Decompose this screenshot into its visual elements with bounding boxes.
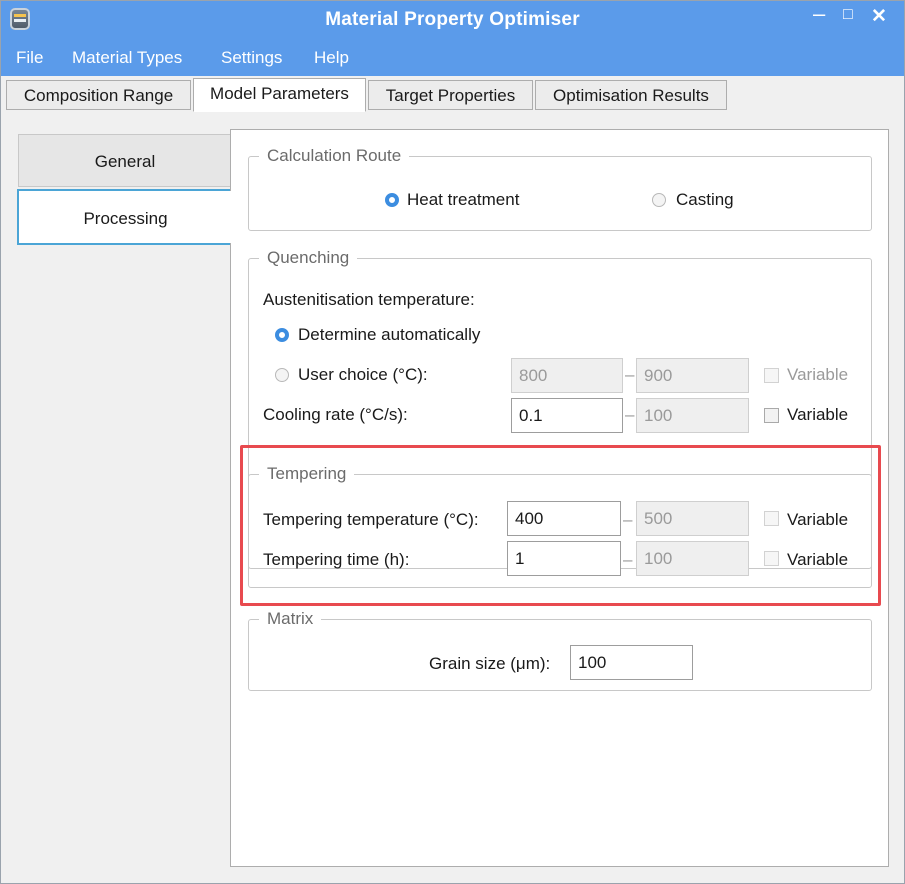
tempering-time-variable-checkbox[interactable] — [764, 551, 779, 566]
tempering-title: Tempering — [259, 464, 355, 484]
cooling-rate-label: Cooling rate (°C/s): — [263, 405, 408, 424]
tempering-group: Tempering Tempering temperature (°C): – … — [248, 464, 872, 588]
tab-composition-range[interactable]: Composition Range — [6, 80, 191, 110]
matrix-title: Matrix — [259, 609, 322, 629]
tab-target-properties[interactable]: Target Properties — [368, 80, 533, 110]
heat-treatment-radio[interactable] — [385, 193, 399, 207]
processing-panel: Calculation Route Heat treatment Casting… — [230, 129, 889, 867]
grain-size-input[interactable] — [570, 645, 693, 680]
sidebar-item-processing[interactable]: Processing — [17, 189, 232, 245]
menu-material-types[interactable]: Material Types — [72, 48, 182, 68]
casting-radio[interactable] — [652, 193, 666, 207]
tempering-temperature-variable-checkbox[interactable] — [764, 511, 779, 526]
austenitisation-min-input[interactable] — [511, 358, 623, 393]
cooling-rate-variable-checkbox[interactable] — [764, 408, 779, 423]
cooling-rate-min-input[interactable] — [511, 398, 623, 433]
tempering-time-min-input[interactable] — [507, 541, 621, 576]
close-button[interactable]: ✕ — [871, 5, 887, 28]
sidebar-item-general[interactable]: General — [18, 134, 232, 187]
cooling-rate-max-input[interactable] — [636, 398, 749, 433]
tempering-temperature-variable-label: Variable — [787, 510, 849, 529]
austenitisation-label: Austenitisation temperature: — [263, 290, 475, 309]
app-window: Material Property Optimiser – □ ✕ File M… — [0, 0, 905, 884]
maximize-button[interactable]: □ — [843, 6, 853, 24]
range-dash: – — [623, 550, 633, 569]
panel-tab-connector — [230, 191, 233, 243]
determine-automatically-label[interactable]: Determine automatically — [298, 325, 480, 345]
tab-model-parameters[interactable]: Model Parameters — [193, 78, 366, 112]
tempering-temperature-min-input[interactable] — [507, 501, 621, 536]
tab-strip: Composition Range Model Parameters Targe… — [1, 76, 904, 114]
casting-label[interactable]: Casting — [676, 190, 734, 210]
heat-treatment-label[interactable]: Heat treatment — [407, 190, 519, 210]
austenitisation-variable-label: Variable — [787, 365, 849, 384]
range-dash: – — [625, 365, 635, 384]
window-title: Material Property Optimiser — [325, 9, 580, 30]
range-dash: – — [623, 510, 633, 529]
user-choice-radio[interactable] — [275, 368, 289, 382]
title-bar[interactable]: Material Property Optimiser – □ ✕ — [1, 1, 904, 39]
menu-bar: File Material Types Settings Help — [1, 39, 904, 76]
menu-help[interactable]: Help — [314, 48, 349, 68]
tempering-time-max-input[interactable] — [636, 541, 749, 576]
matrix-group: Matrix Grain size (μm): — [248, 609, 872, 691]
tempering-temperature-label: Tempering temperature (°C): — [263, 510, 479, 529]
user-choice-label[interactable]: User choice (°C): — [298, 365, 428, 385]
tab-optimisation-results[interactable]: Optimisation Results — [535, 80, 727, 110]
grain-size-label: Grain size (μm): — [429, 654, 551, 673]
quenching-title: Quenching — [259, 248, 358, 268]
tempering-time-variable-label: Variable — [787, 550, 849, 569]
range-dash: – — [625, 405, 635, 424]
austenitisation-max-input[interactable] — [636, 358, 749, 393]
determine-automatically-radio[interactable] — [275, 328, 289, 342]
calculation-route-group: Calculation Route Heat treatment Casting — [248, 146, 872, 231]
calculation-route-title: Calculation Route — [259, 146, 410, 166]
austenitisation-variable-checkbox[interactable] — [764, 368, 779, 383]
menu-file[interactable]: File — [16, 48, 43, 68]
tempering-time-label: Tempering time (h): — [263, 550, 410, 569]
menu-settings[interactable]: Settings — [221, 48, 282, 68]
tempering-temperature-max-input[interactable] — [636, 501, 749, 536]
minimize-button[interactable]: – — [813, 1, 825, 27]
cooling-rate-variable-label: Variable — [787, 405, 849, 424]
